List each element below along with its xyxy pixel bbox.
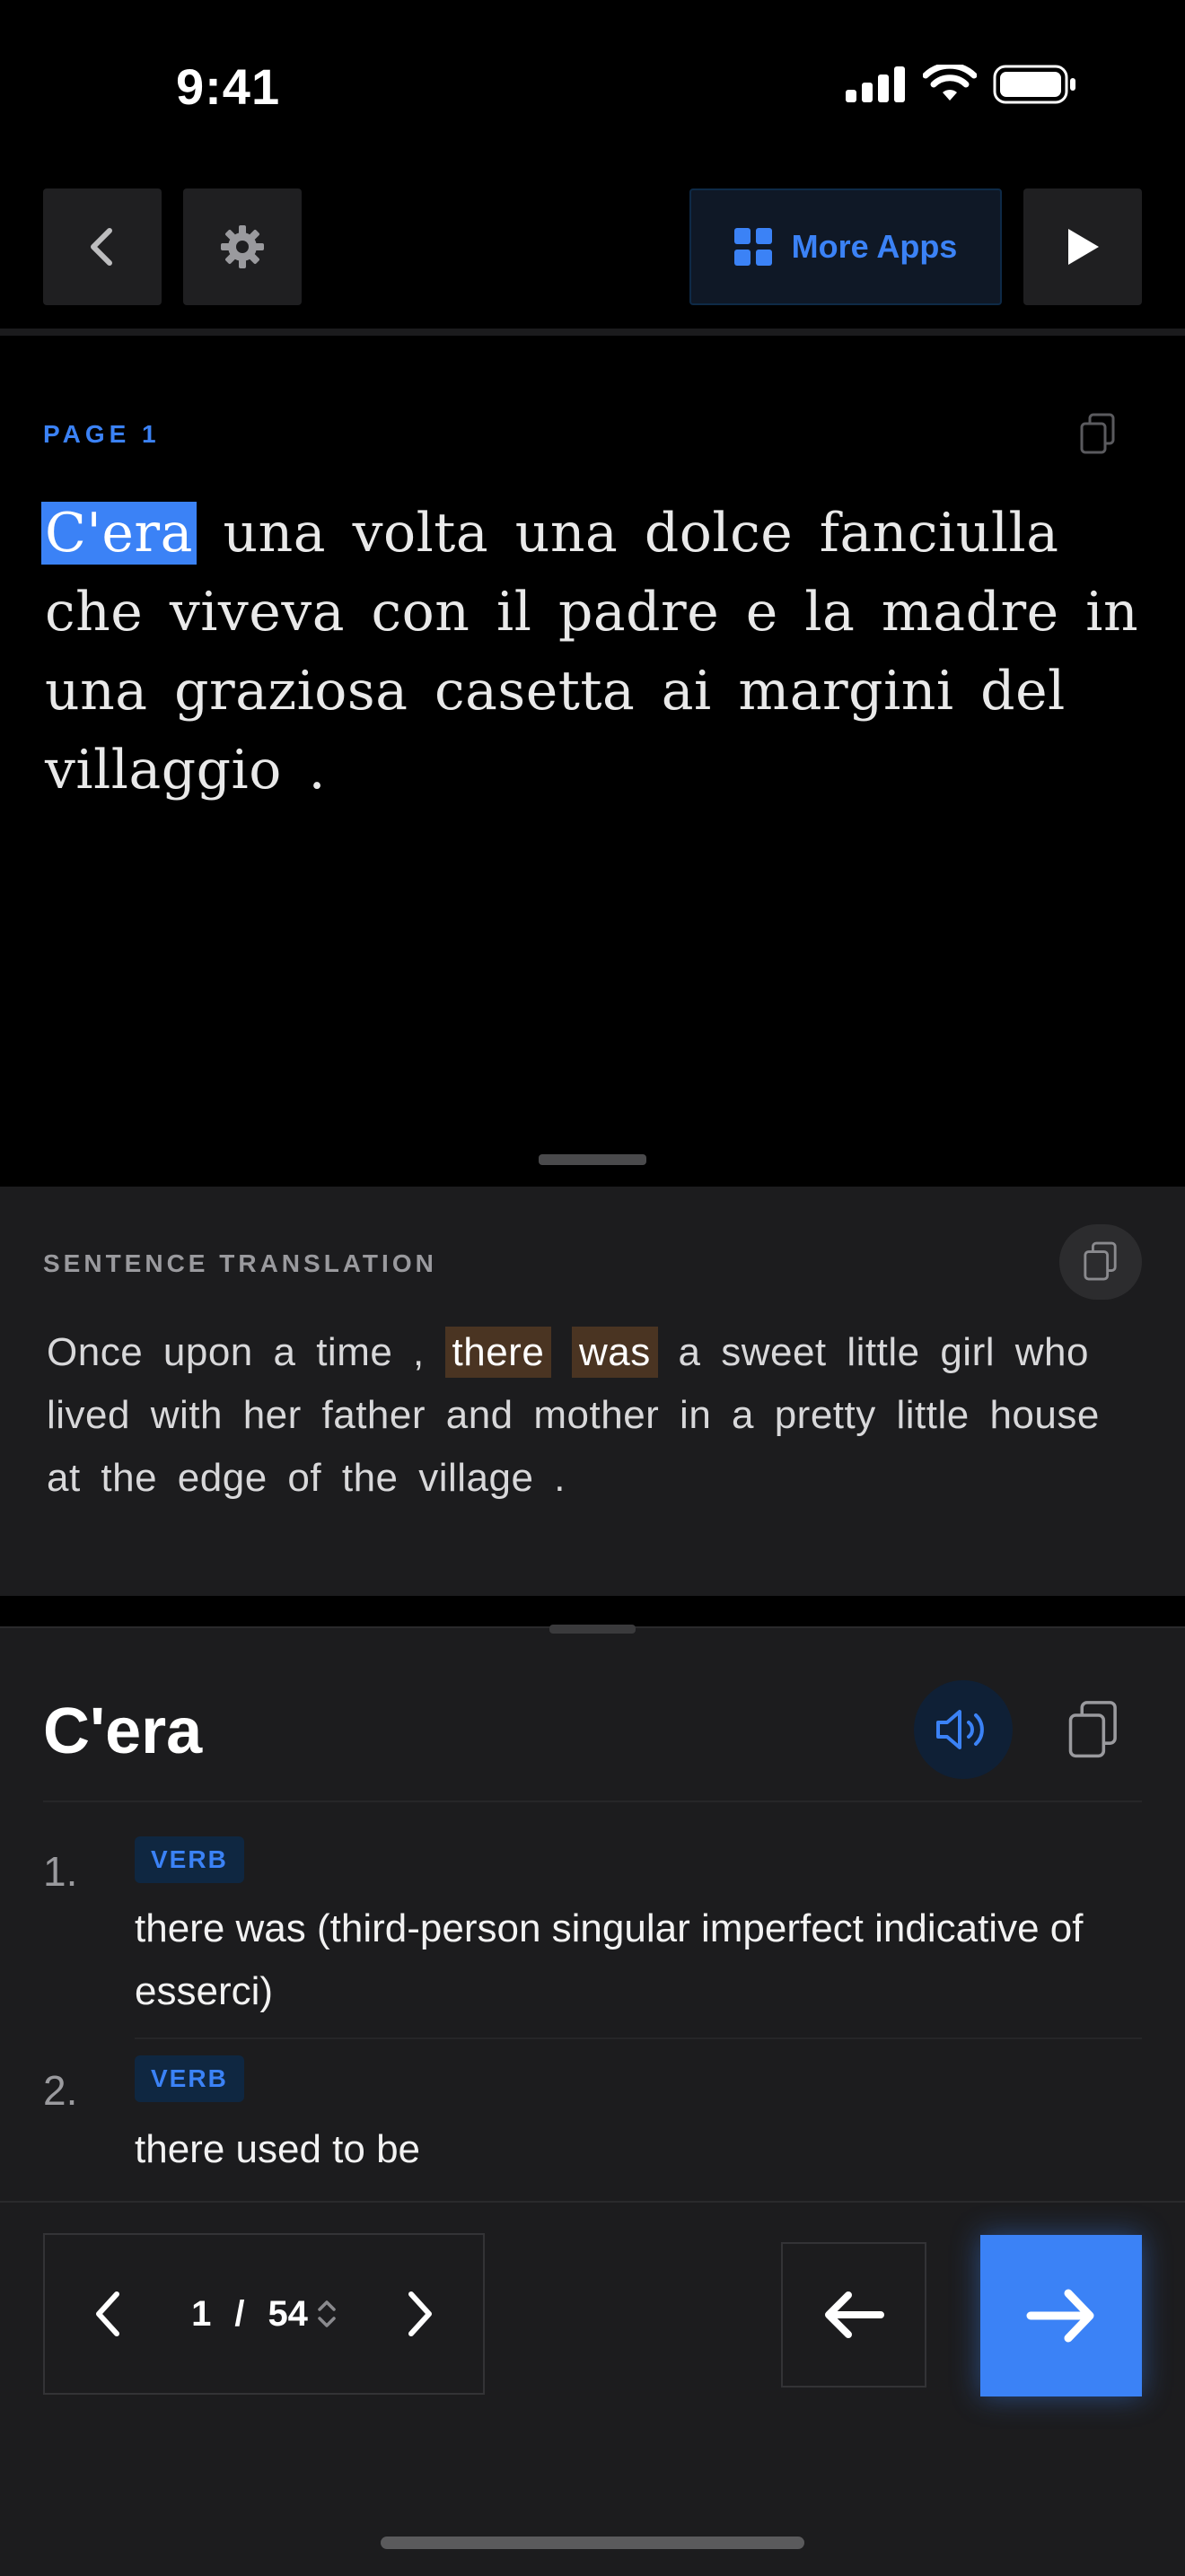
previous-word-button[interactable] [781,2242,926,2388]
back-button[interactable] [43,188,162,305]
pronounce-button[interactable] [914,1680,1013,1779]
copy-icon [1080,413,1115,454]
bottom-divider [0,2201,1185,2203]
definition-text: there used to be [135,2127,421,2171]
signal-icon [846,66,905,102]
status-time: 9:41 [176,58,281,115]
translation-text-before: Once upon a time , [47,1330,445,1374]
page-label: PAGE 1 [43,420,161,448]
panel-grabber[interactable] [539,1154,646,1165]
definition-divider [135,2037,1142,2039]
dictionary-word: C'era [43,1695,203,1767]
reader-text: C'era una volta una dolce fanciulla che … [41,494,1140,810]
page-pager: 1 / 54 [43,2233,485,2395]
toolbar-divider [0,329,1185,336]
copy-translation-button[interactable] [1059,1224,1142,1300]
more-apps-label: More Apps [791,228,958,265]
part-of-speech-badge: VERB [135,2055,244,2102]
prev-page-button[interactable] [45,2291,171,2337]
status-icons [846,65,1077,104]
settings-button[interactable] [183,188,302,305]
translation-section-label: SENTENCE TRANSLATION [43,1249,437,1277]
more-apps-button[interactable]: More Apps [689,188,1002,305]
selected-word[interactable]: C'era [41,502,197,565]
translation-text: Once upon a time , there was a sweet lit… [47,1321,1142,1510]
translation-highlight-there: there [444,1327,552,1378]
copy-icon [1068,1701,1117,1758]
grid-icon [733,228,772,266]
chevron-right-icon [408,2291,432,2336]
gear-icon [221,225,264,268]
definition-number: 2. [43,2067,78,2114]
copy-page-button[interactable] [1079,413,1117,460]
definition-text: there was (third-person singular imperfe… [135,1906,1084,2013]
home-indicator [381,2537,804,2549]
translation-highlight-was: was [572,1327,658,1378]
speaker-icon [936,1710,984,1749]
page-separator: / [234,2293,245,2334]
next-word-button[interactable] [980,2235,1142,2396]
dictionary-grabber[interactable] [549,1625,636,1634]
copy-icon [1084,1241,1117,1281]
reader-text-rest: una volta una dolce fanciulla che viveva… [45,502,1139,802]
next-page-button[interactable] [357,2291,483,2337]
arrow-right-icon [1026,2289,1094,2343]
copy-word-button[interactable] [1066,1700,1120,1766]
part-of-speech-badge: VERB [135,1836,244,1883]
page-selector[interactable]: 1 / 54 [171,2294,357,2335]
play-icon [1068,229,1099,265]
arrow-left-icon [825,2291,884,2338]
page-current: 1 [191,2293,212,2334]
chevron-left-icon [96,2291,119,2336]
wifi-icon [923,65,977,101]
updown-icon [318,2300,336,2327]
back-chevron-icon [91,228,112,266]
play-button[interactable] [1023,188,1142,305]
battery-icon [993,65,1075,104]
dictionary-divider [43,1801,1142,1802]
page-total: 54 [268,2293,308,2334]
definition-number: 1. [43,1848,78,1895]
